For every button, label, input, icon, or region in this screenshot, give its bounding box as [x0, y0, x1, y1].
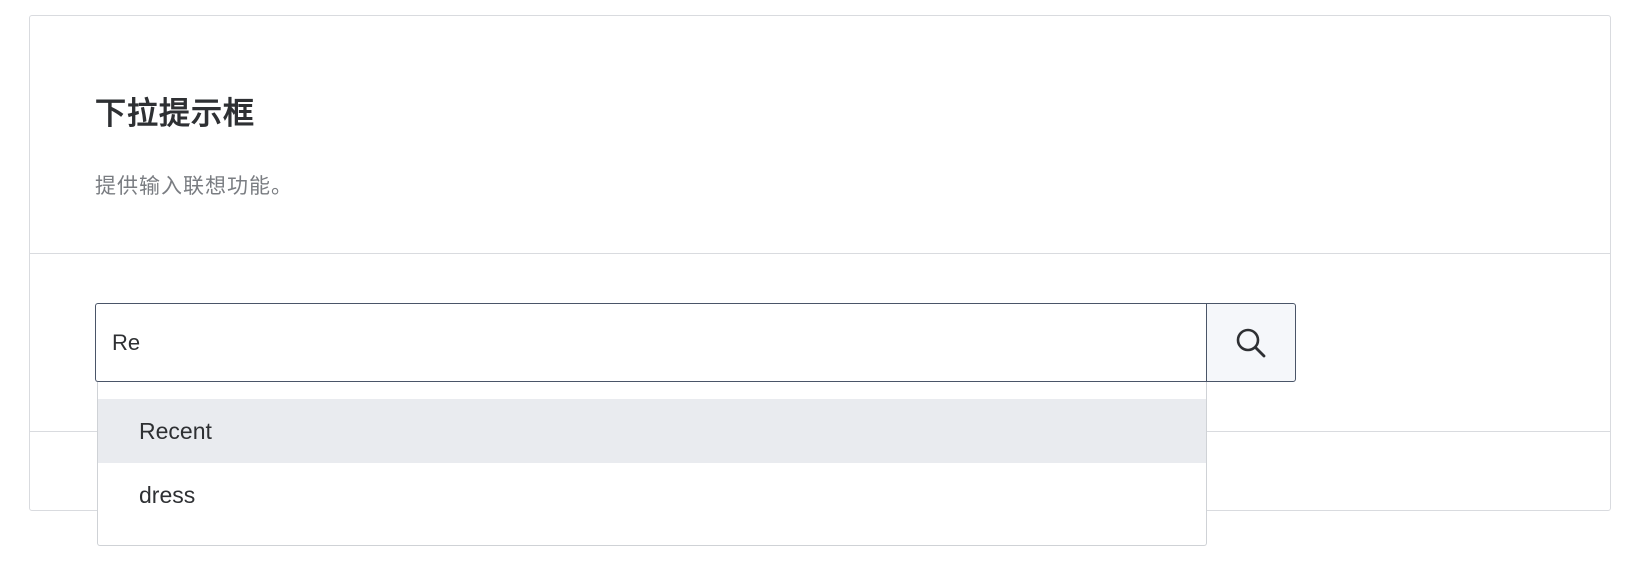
search-button[interactable]	[1206, 303, 1296, 382]
card-header: 下拉提示框 提供输入联想功能。	[30, 16, 1610, 254]
suggestion-item[interactable]: dress	[98, 463, 1206, 527]
card-title: 下拉提示框	[95, 96, 255, 132]
suggestion-dropdown: Recent dress	[97, 382, 1207, 546]
suggestion-item[interactable]: Recent	[98, 399, 1206, 463]
search-box	[95, 303, 1296, 382]
search-icon	[1234, 326, 1268, 360]
search-input[interactable]	[95, 303, 1207, 382]
card-description: 提供输入联想功能。	[95, 174, 293, 198]
